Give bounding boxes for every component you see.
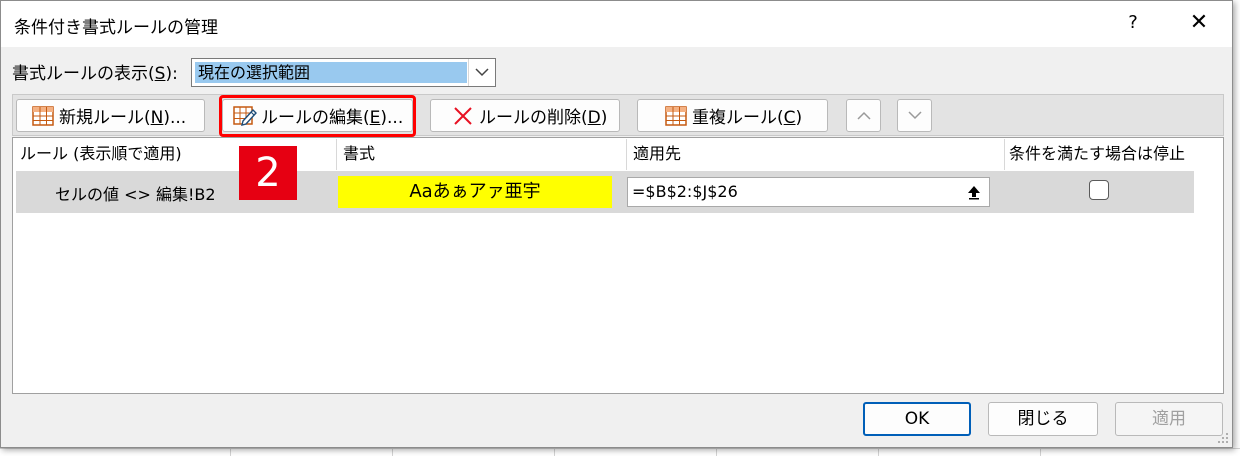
edit-button-highlight-frame bbox=[219, 95, 416, 137]
show-rules-label: 書式ルールの表示(S): bbox=[12, 64, 178, 84]
chevron-down-icon bbox=[907, 111, 922, 120]
new-rule-button[interactable]: 新規ルール(N)... bbox=[16, 99, 205, 132]
move-up-button[interactable] bbox=[846, 99, 881, 132]
apply-button[interactable]: 適用 bbox=[1115, 402, 1223, 436]
show-rules-dropdown[interactable]: 現在の選択範囲 bbox=[191, 58, 496, 87]
format-preview: Aaあぁアァ亜宇 bbox=[338, 176, 612, 208]
delete-rule-label: ルールの削除(D) bbox=[479, 108, 608, 128]
delete-rule-button[interactable]: ルールの削除(D) bbox=[430, 99, 620, 132]
chevron-up-icon bbox=[856, 111, 871, 120]
dialog-title: 条件付き書式ルールの管理 bbox=[14, 18, 218, 38]
ok-button[interactable]: OK bbox=[863, 402, 971, 436]
step-number-badge: 2 bbox=[239, 146, 297, 200]
table-grid-icon bbox=[31, 104, 55, 128]
duplicate-rule-button[interactable]: 重複ルール(C) bbox=[637, 99, 828, 132]
new-rule-label: 新規ルール(N)... bbox=[59, 108, 187, 128]
move-down-button[interactable] bbox=[897, 99, 932, 132]
range-select-upload-icon[interactable] bbox=[962, 180, 986, 204]
close-dialog-button[interactable]: ✕ bbox=[1183, 7, 1215, 39]
duplicate-rule-label: 重複ルール(C) bbox=[692, 108, 803, 128]
column-header-applies-to[interactable]: 適用先 bbox=[627, 139, 1004, 169]
column-header-stop-if-true[interactable]: 条件を満たす場合は停止 bbox=[1005, 139, 1195, 169]
column-header-format[interactable]: 書式 bbox=[337, 139, 626, 169]
applies-to-field[interactable]: =$B$2:$J$26 bbox=[627, 177, 990, 207]
table-grid-icon bbox=[664, 104, 688, 128]
delete-x-icon bbox=[451, 104, 475, 128]
stop-if-true-checkbox[interactable] bbox=[1089, 180, 1109, 200]
close-button[interactable]: 閉じる bbox=[988, 402, 1098, 436]
show-rules-selected-value: 現在の選択範囲 bbox=[195, 62, 467, 83]
resize-grip-icon[interactable] bbox=[1217, 432, 1229, 444]
title-bar: 条件付き書式ルールの管理 ? ✕ bbox=[1, 1, 1232, 47]
help-button[interactable]: ? bbox=[1120, 10, 1146, 36]
chevron-down-icon[interactable] bbox=[468, 59, 495, 86]
rule-condition[interactable]: セルの値 <> 編集!B2 bbox=[55, 181, 216, 205]
